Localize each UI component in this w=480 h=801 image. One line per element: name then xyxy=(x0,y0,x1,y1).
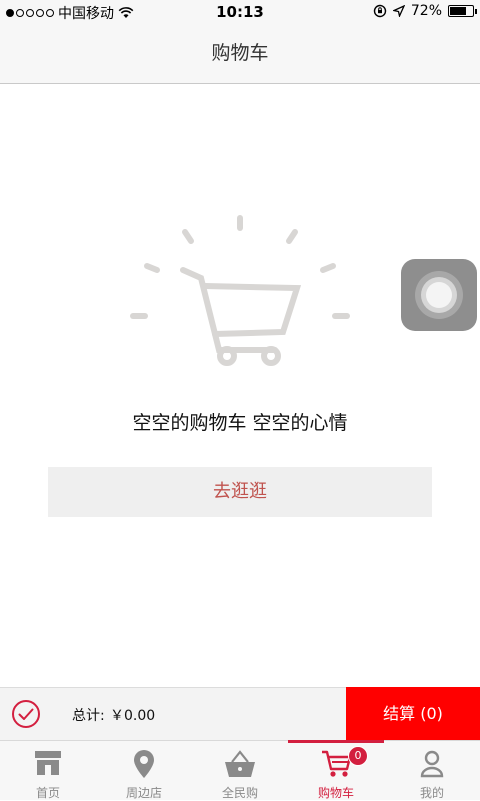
tab-profile[interactable]: 我的 xyxy=(384,741,480,800)
tab-label: 周边店 xyxy=(125,786,162,800)
cart-count-badge: 0 xyxy=(348,746,368,766)
tab-nearby[interactable]: 周边店 xyxy=(96,741,192,800)
location-arrow-icon xyxy=(392,5,405,17)
battery-level xyxy=(450,7,466,15)
battery-icon xyxy=(448,5,477,17)
assistive-touch-button[interactable] xyxy=(401,259,477,331)
tab-group-buy[interactable]: 全民购 xyxy=(192,741,288,800)
tab-label: 购物车 xyxy=(317,786,354,800)
checkout-bar: 总计: ￥0.00 结算 (0) xyxy=(0,687,480,740)
tab-label: 我的 xyxy=(419,786,444,800)
total-label: 总计: xyxy=(72,708,105,724)
tab-label: 首页 xyxy=(35,786,60,800)
tab-home[interactable]: 首页 xyxy=(0,741,96,800)
location-pin-icon xyxy=(134,750,154,778)
rotation-lock-icon xyxy=(373,4,387,18)
empty-cart-message: 空空的购物车 空空的心情 xyxy=(132,412,348,434)
checkout-button[interactable]: 结算 (0) xyxy=(346,687,480,740)
status-bar: 中国移动 10:13 72% xyxy=(0,0,480,24)
total-value: ￥0.00 xyxy=(110,708,156,724)
user-icon xyxy=(420,750,444,778)
tab-label: 全民购 xyxy=(221,786,258,800)
shop-icon xyxy=(35,751,61,775)
go-shopping-button[interactable]: 去逛逛 xyxy=(48,467,432,517)
empty-cart-icon xyxy=(130,215,350,366)
page-title: 购物车 xyxy=(0,24,480,84)
tab-bar: 首页 周边店 全民购 0 购物车 我的 xyxy=(0,740,480,800)
status-right: 72% xyxy=(373,3,477,19)
basket-icon xyxy=(225,750,255,777)
tab-cart[interactable]: 0 购物车 xyxy=(288,740,384,800)
select-all-check-icon[interactable] xyxy=(10,698,42,730)
battery-percent: 72% xyxy=(410,3,442,19)
assistive-touch-center xyxy=(426,282,452,308)
